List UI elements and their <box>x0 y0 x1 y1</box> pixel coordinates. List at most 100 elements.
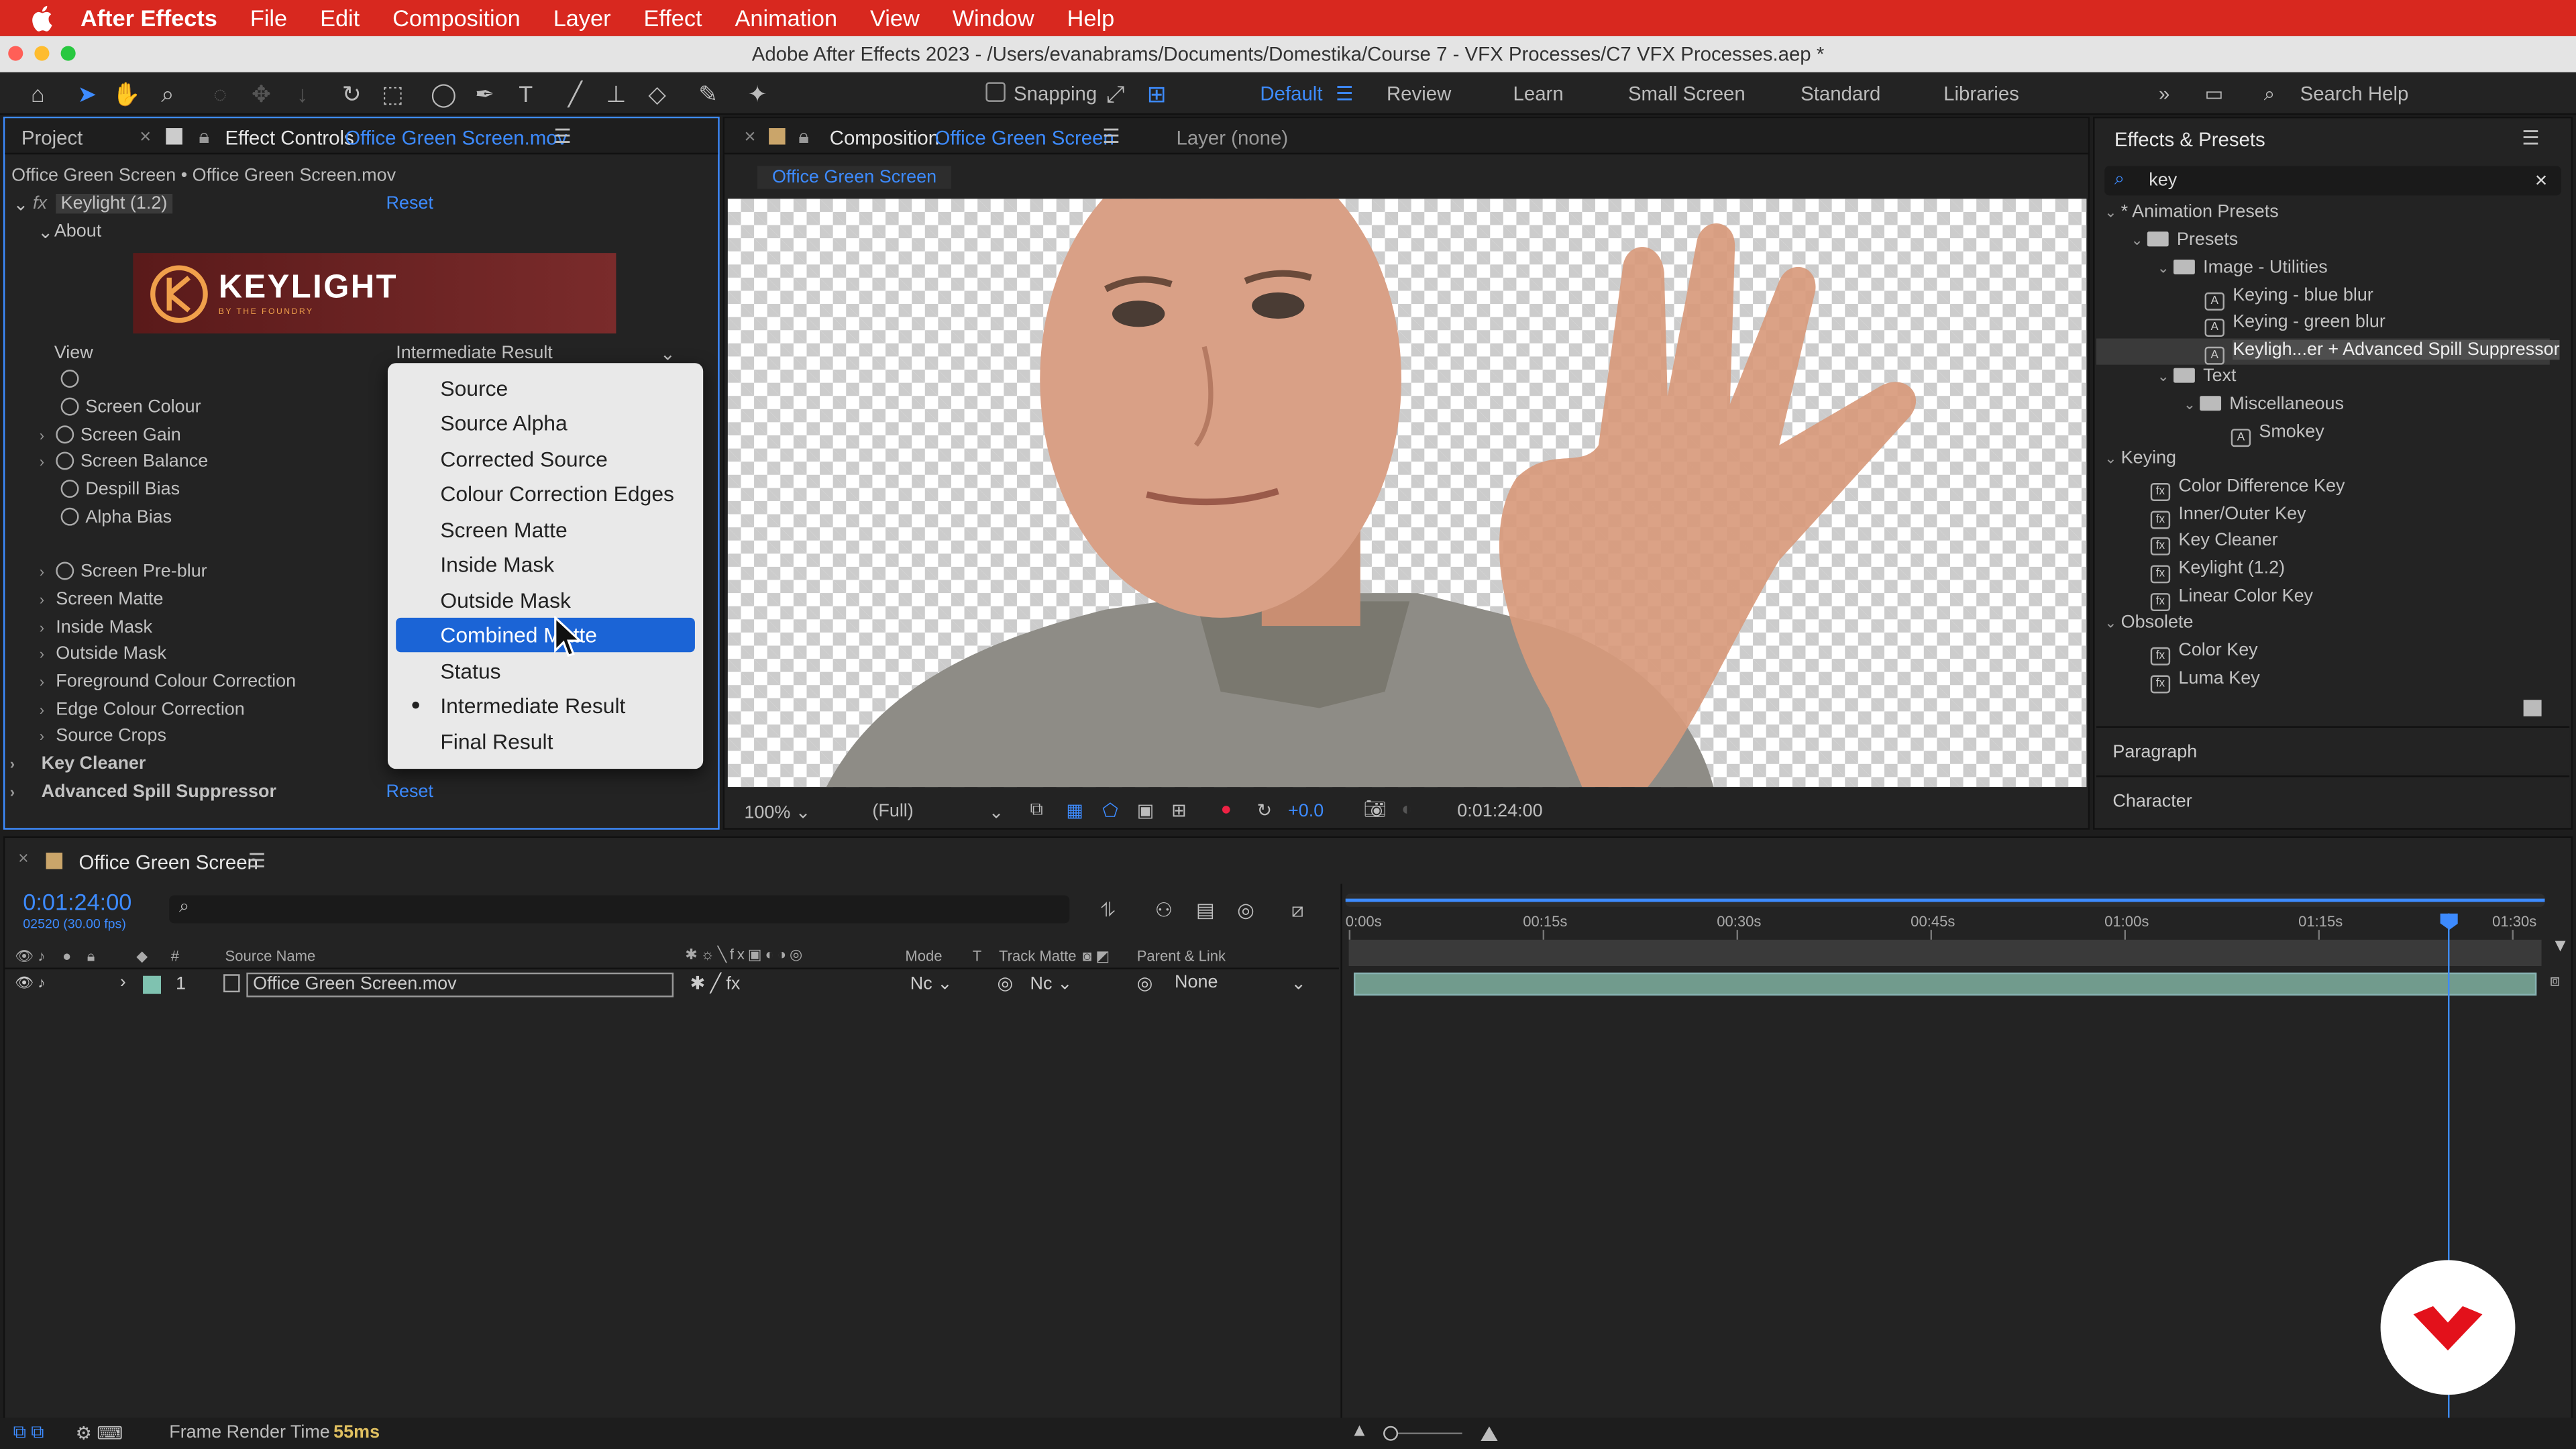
show-snapshot-icon[interactable]: ◐ <box>1401 800 1412 820</box>
tree-animation-presets[interactable]: ⌄ * Animation Presets <box>2104 202 2279 221</box>
close-window-button[interactable] <box>8 46 23 61</box>
chevron-right-icon[interactable]: › <box>120 973 126 992</box>
layer-mode-select[interactable]: Nc ⌄ <box>910 973 953 994</box>
group-edge-cc[interactable]: › Edge Colour Correction <box>40 700 245 719</box>
effect-reset-link[interactable]: Reset <box>386 194 433 213</box>
mask-visibility-icon[interactable]: ⬠ <box>1102 800 1118 821</box>
option-combined-matte[interactable]: Combined Matte <box>396 617 695 653</box>
workspace-libraries[interactable]: Libraries <box>1943 82 2019 105</box>
workspace-default[interactable]: Default <box>1260 82 1322 105</box>
tree-inner-outer-key[interactable]: fx Inner/Outer Key <box>2150 504 2306 529</box>
zoom-slider[interactable] <box>1383 1426 1462 1441</box>
effect-expand-chevron-icon[interactable]: ⌄ <box>13 194 29 215</box>
tree-linear-color-key[interactable]: fx Linear Color Key <box>2150 586 2313 612</box>
chevron-right-icon[interactable]: › <box>40 674 56 690</box>
close-tab-icon[interactable]: × <box>744 125 755 148</box>
menu-animation[interactable]: Animation <box>735 5 837 31</box>
param-screen-balance[interactable]: › Screen Balance <box>40 451 208 472</box>
col-source-name[interactable]: Source Name <box>225 948 316 964</box>
dolly-tool-icon[interactable]: ↓ <box>288 79 317 109</box>
character-panel[interactable]: Character <box>2096 775 2570 825</box>
stopwatch-icon[interactable] <box>60 507 79 526</box>
hand-tool-icon[interactable]: ✋ <box>112 79 142 109</box>
puppet-tool-icon[interactable]: ✦ <box>743 79 772 109</box>
chevron-right-icon[interactable]: › <box>10 784 26 800</box>
param-screen-preblur[interactable]: › Screen Pre-blur <box>40 561 207 582</box>
pen-tool-icon[interactable]: ✒ <box>470 79 499 109</box>
menu-window[interactable]: Window <box>953 5 1034 31</box>
effects-search-input[interactable]: key <box>2149 171 2177 191</box>
transparency-grid-icon[interactable]: ▦ <box>1066 800 1083 821</box>
tree-keying[interactable]: ⌄ Keying <box>2104 449 2176 468</box>
anchor-tool-icon[interactable]: ⬚ <box>378 79 407 109</box>
snapping-checkbox[interactable] <box>985 82 1006 102</box>
tree-image-utilities[interactable]: ⌄ Image - Utilities <box>2157 258 2328 277</box>
video-toggle-icon[interactable]: 👁︎ <box>15 974 34 992</box>
lock-icon[interactable]: 🔒︎ <box>87 948 95 966</box>
group-source-crops[interactable]: › Source Crops <box>40 726 166 745</box>
video-toggle-icon[interactable]: 👁︎ <box>15 948 34 966</box>
layer-label-color[interactable] <box>143 975 162 994</box>
fx-icon[interactable]: fx <box>33 194 47 213</box>
panel-menu-icon[interactable]: ☰ <box>248 849 266 872</box>
view-select[interactable]: Intermediate Result ⌄ <box>396 343 679 365</box>
home-icon[interactable]: ⌂ <box>23 79 52 109</box>
solo-icon[interactable]: ● <box>62 948 71 964</box>
stopwatch-icon[interactable] <box>60 397 79 416</box>
tab-layer[interactable]: Layer (none) <box>1176 127 1288 150</box>
option-colour-correction-edges[interactable]: Colour Correction Edges <box>388 476 703 511</box>
effect-controls-file[interactable]: Office Green Screen.mov <box>345 127 567 150</box>
tree-color-difference-key[interactable]: fx Color Difference Key <box>2150 476 2345 501</box>
timeline-timecode[interactable]: 0:01:24:00 <box>23 889 131 915</box>
tab-effect-controls[interactable]: Effect Controls <box>225 127 354 150</box>
lock-icon[interactable] <box>166 128 182 145</box>
option-outside-mask[interactable]: Outside Mask <box>388 583 703 617</box>
clone-stamp-icon[interactable]: ⊥ <box>601 79 631 109</box>
reset-exposure-icon[interactable]: ↻ <box>1256 800 1272 821</box>
clear-search-icon[interactable]: × <box>2535 168 2548 193</box>
stopwatch-icon[interactable] <box>56 451 74 470</box>
option-final-result[interactable]: Final Result <box>388 724 703 759</box>
motion-blur-icon[interactable]: ◎ <box>1237 899 1254 922</box>
toggle-panes-icon[interactable]: ⧉ ⧉ <box>13 1423 44 1444</box>
tree-smokey[interactable]: A Smokey <box>2231 422 2324 447</box>
chevron-right-icon[interactable]: › <box>40 728 56 744</box>
menu-help[interactable]: Help <box>1067 5 1115 31</box>
tree-text[interactable]: ⌄ Text <box>2157 366 2237 386</box>
snap-grid-icon[interactable]: ⊞ <box>1142 79 1171 109</box>
orbit-tool-icon[interactable]: ◌ <box>205 79 235 109</box>
composition-name[interactable]: Office Green Screen <box>934 127 1114 150</box>
close-tab-icon[interactable]: × <box>140 125 151 148</box>
option-intermediate-result[interactable]: ● Intermediate Result <box>388 688 703 722</box>
panel-layout-icon[interactable]: ▭ <box>2205 82 2224 105</box>
work-area-bar[interactable] <box>1345 894 2545 907</box>
roto-brush-icon[interactable]: ✎ <box>693 79 722 109</box>
chevron-right-icon[interactable]: › <box>10 756 26 772</box>
workspace-menu-icon[interactable]: ☰ <box>1336 82 1353 105</box>
tree-color-key[interactable]: fx Color Key <box>2150 641 2258 665</box>
option-source[interactable]: Source <box>388 371 703 405</box>
snap-icon[interactable]: ⤢ <box>1101 79 1130 109</box>
param-screen-colour[interactable]: Screen Colour <box>60 397 201 417</box>
panel-lock-icon[interactable]: 🔒︎ <box>199 125 209 150</box>
panel-menu-icon[interactable]: ☰ <box>553 125 571 148</box>
group-outside-mask[interactable]: › Outside Mask <box>40 644 166 663</box>
fast-preview-icon[interactable]: ⧉ <box>1030 800 1043 822</box>
composition-viewer[interactable] <box>727 199 2087 788</box>
chevron-right-icon[interactable]: › <box>40 645 56 661</box>
pick-whip-icon[interactable]: ◎ <box>1137 973 1153 994</box>
menu-effect[interactable]: Effect <box>644 5 702 31</box>
param-screen-gain[interactable]: › Screen Gain <box>40 425 181 445</box>
layer-switches-icon[interactable]: ✱ ╱ fx <box>690 973 741 994</box>
region-of-interest-icon[interactable]: ▣ <box>1137 800 1154 821</box>
menu-layer[interactable]: Layer <box>553 5 611 31</box>
alpha-matte-icon[interactable]: ◎ <box>998 973 1014 994</box>
apple-icon[interactable] <box>28 3 58 33</box>
menu-app-name[interactable]: After Effects <box>80 5 217 31</box>
menu-composition[interactable]: Composition <box>392 5 521 31</box>
paragraph-panel[interactable]: Paragraph <box>2096 726 2570 774</box>
label-tag-icon[interactable]: ◆ <box>136 948 148 966</box>
option-corrected-source[interactable]: Corrected Source <box>388 442 703 476</box>
time-navigator[interactable] <box>1348 939 2542 967</box>
close-tab-icon[interactable]: × <box>18 849 29 869</box>
